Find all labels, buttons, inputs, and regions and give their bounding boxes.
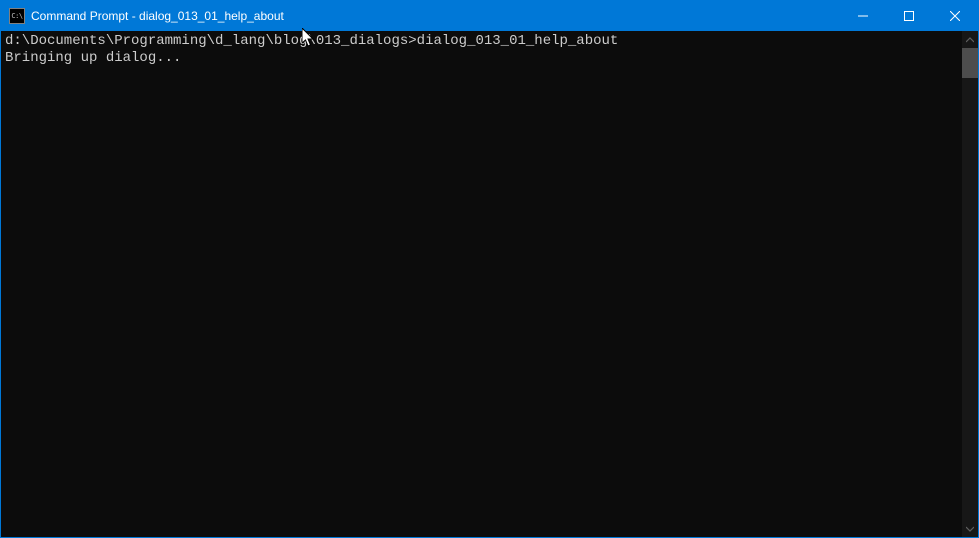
- command-prompt-window: C:\ Command Prompt - dialog_013_01_help_…: [1, 1, 978, 537]
- maximize-icon: [904, 11, 914, 21]
- chevron-down-icon: [966, 526, 974, 532]
- client-area: d:\Documents\Programming\d_lang\blog\013…: [1, 31, 978, 537]
- minimize-icon: [858, 11, 868, 21]
- prompt-path: d:\Documents\Programming\d_lang\blog\013…: [5, 33, 417, 50]
- output-line: Bringing up dialog...: [5, 50, 958, 67]
- window-title: Command Prompt - dialog_013_01_help_abou…: [31, 9, 284, 23]
- scroll-track[interactable]: [962, 48, 978, 520]
- close-button[interactable]: [932, 1, 978, 31]
- maximize-button[interactable]: [886, 1, 932, 31]
- close-icon: [950, 11, 960, 21]
- titlebar[interactable]: C:\ Command Prompt - dialog_013_01_help_…: [1, 1, 978, 31]
- chevron-up-icon: [966, 37, 974, 43]
- app-icon: C:\: [9, 8, 25, 24]
- terminal-content[interactable]: d:\Documents\Programming\d_lang\blog\013…: [1, 31, 962, 537]
- vertical-scrollbar[interactable]: [962, 31, 978, 537]
- scroll-up-button[interactable]: [962, 31, 978, 48]
- app-icon-text: C:\: [11, 12, 22, 20]
- minimize-button[interactable]: [840, 1, 886, 31]
- window-controls: [840, 1, 978, 31]
- scroll-thumb[interactable]: [962, 48, 978, 78]
- command-input: dialog_013_01_help_about: [417, 33, 619, 50]
- scroll-down-button[interactable]: [962, 520, 978, 537]
